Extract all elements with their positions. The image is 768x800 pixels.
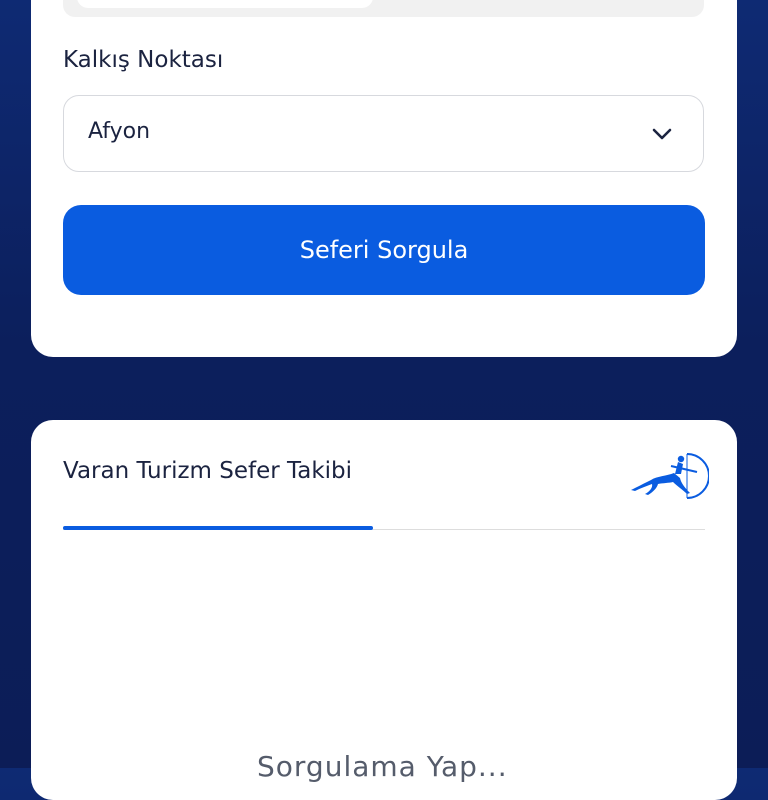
departure-select[interactable]: Afyon — [63, 95, 704, 172]
trip-query-card: Kalkış Noktası Afyon Seferi Sorgula — [31, 0, 737, 357]
active-tab-indicator — [63, 526, 373, 530]
departure-select-value: Afyon — [88, 119, 151, 144]
trip-tracking-card: Varan Turizm Sefer Takibi Sorgulama Yap.… — [31, 420, 737, 800]
trip-type-segmented-control[interactable] — [63, 0, 704, 17]
departure-label: Kalkış Noktası — [63, 47, 224, 73]
segment-option-active[interactable] — [77, 0, 373, 8]
chevron-down-icon — [652, 128, 672, 140]
archer-logo-icon — [631, 453, 709, 499]
tracking-card-title: Varan Turizm Sefer Takibi — [63, 458, 353, 484]
query-trip-button[interactable]: Seferi Sorgula — [63, 205, 705, 295]
partial-status-text: Sorgulama Yap... — [257, 750, 508, 783]
